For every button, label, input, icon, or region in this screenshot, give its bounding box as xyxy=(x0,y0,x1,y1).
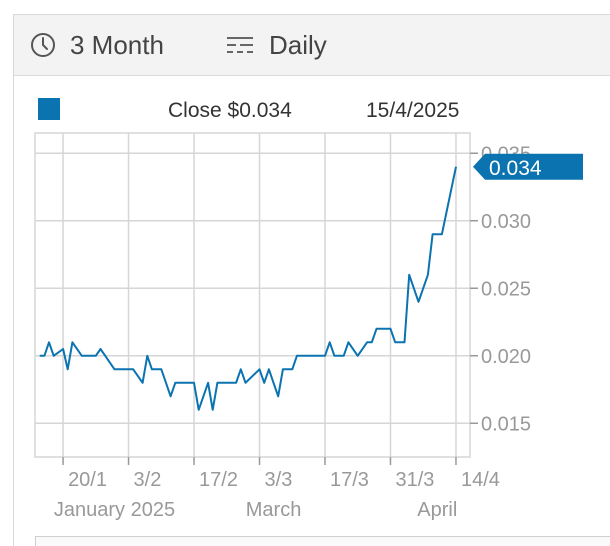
y-tick-label: 0.020 xyxy=(481,346,531,368)
y-tick-label: 0.025 xyxy=(481,278,531,300)
last-value-label: 0.034 xyxy=(489,157,542,180)
x-tick-label: 17/3 xyxy=(330,469,369,491)
price-chart[interactable]: 0.0150.0200.0250.0300.03520/13/217/23/31… xyxy=(0,0,610,546)
x-tick-label: 17/2 xyxy=(199,469,238,491)
x-tick-label: 31/3 xyxy=(395,469,434,491)
x-tick-label: 14/4 xyxy=(461,469,500,491)
plot-border xyxy=(34,132,471,458)
x-month-label: January 2025 xyxy=(54,499,175,521)
y-tick-label: 0.030 xyxy=(481,211,531,233)
lower-panel xyxy=(35,536,610,546)
y-tick-label: 0.015 xyxy=(481,413,531,435)
x-month-label: April xyxy=(417,499,457,521)
x-tick-label: 20/1 xyxy=(68,469,107,491)
x-month-label: March xyxy=(246,499,302,521)
x-tick-label: 3/3 xyxy=(265,469,293,491)
x-tick-label: 3/2 xyxy=(134,469,162,491)
